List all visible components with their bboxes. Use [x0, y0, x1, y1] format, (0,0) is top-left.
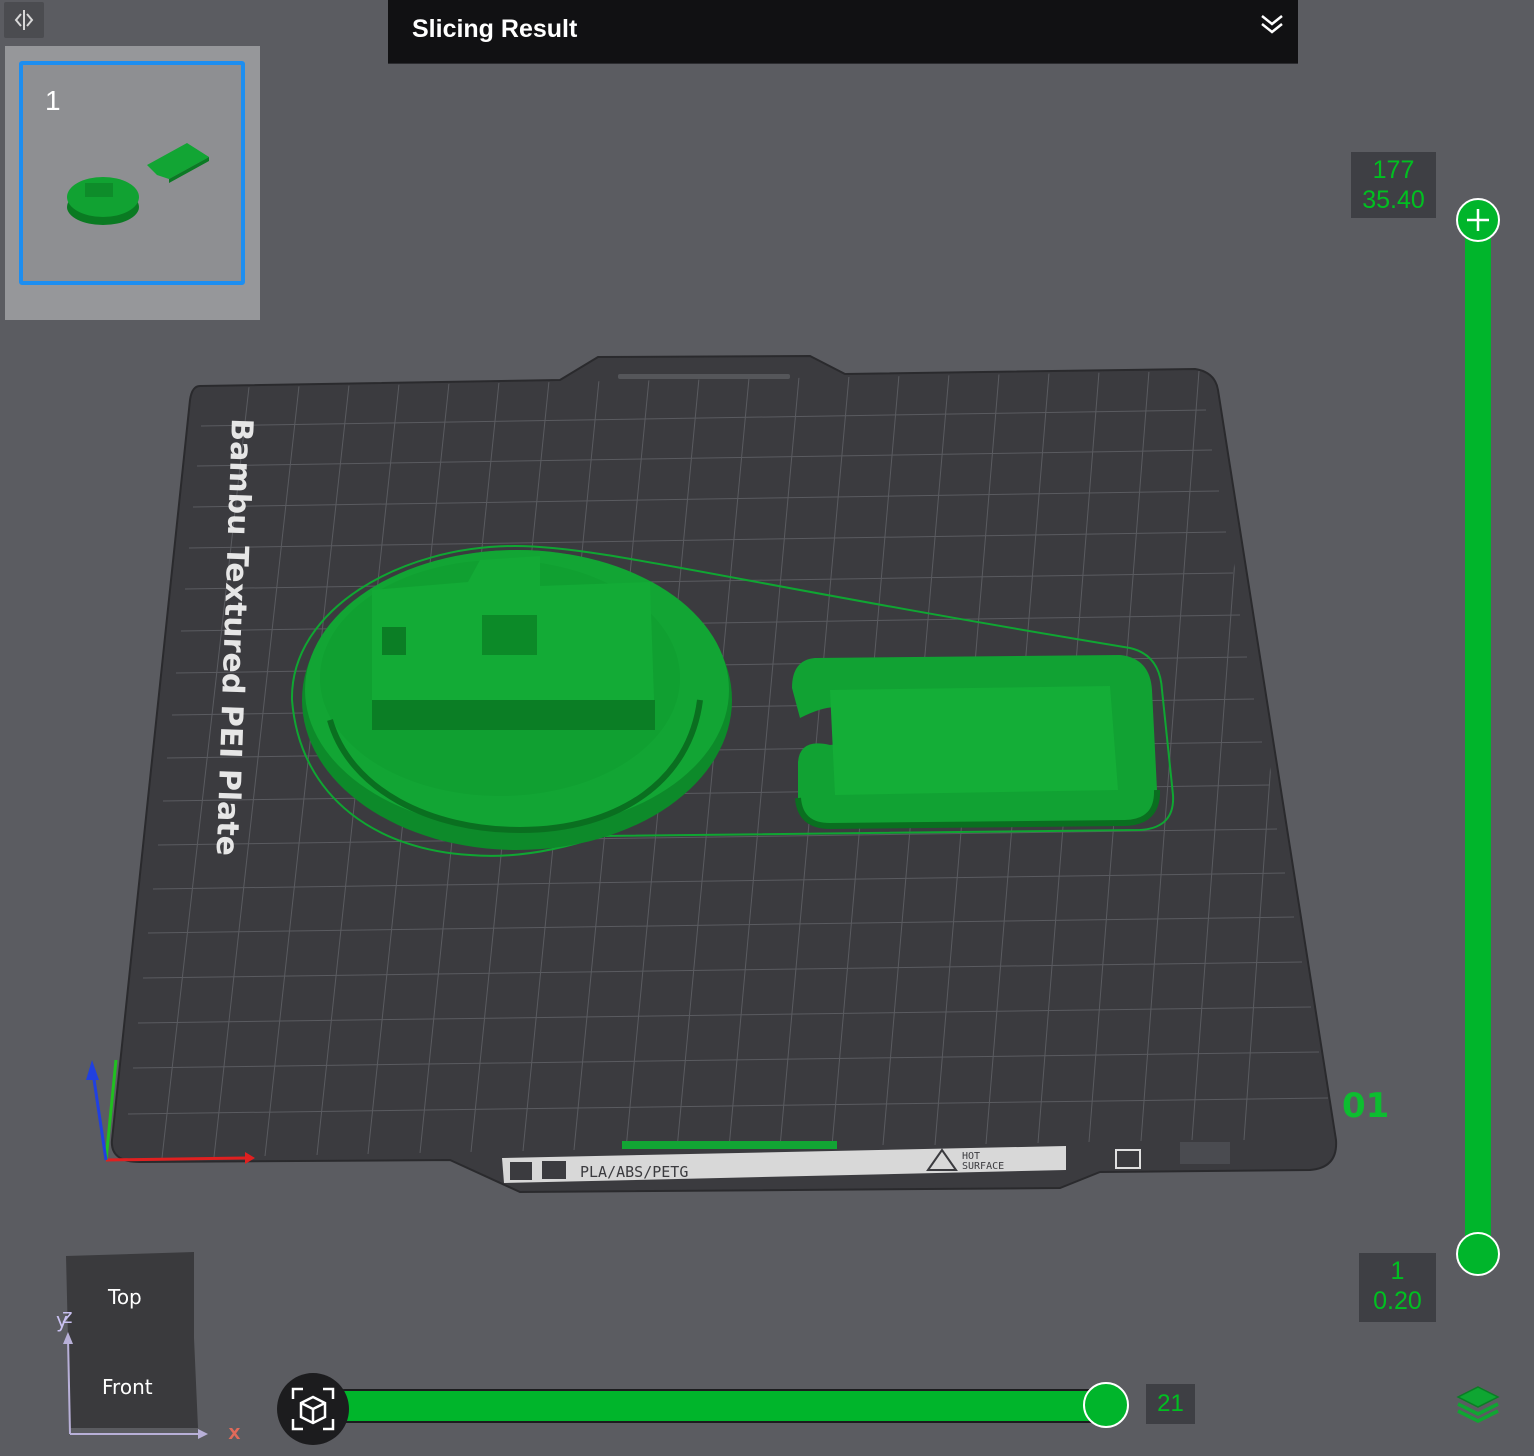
view-toggle-button[interactable] — [277, 1373, 349, 1445]
axis-x-label-outer: x — [229, 1420, 241, 1444]
3d-viewport[interactable]: Bambu Textured PEI Plate 01 PLA/ABS/PETG… — [0, 0, 1534, 1456]
move-slider-track[interactable] — [330, 1389, 1112, 1423]
move-slider-handle[interactable] — [1083, 1382, 1129, 1428]
cube-top-label[interactable]: Top — [108, 1285, 142, 1309]
bottom-layer-height: 0.20 — [1373, 1287, 1422, 1315]
z-axis — [90, 1065, 108, 1161]
top-layer-height: 35.40 — [1362, 186, 1425, 214]
layer-range-track[interactable] — [1465, 220, 1491, 1252]
plate-badge-text: PLA/ABS/PETG — [580, 1163, 688, 1181]
x-axis — [105, 1156, 246, 1162]
move-slider-value: 21 — [1146, 1384, 1195, 1424]
navigation-cube[interactable]: Top Front y z x — [44, 1248, 240, 1448]
plate-index-mark: 01 — [1342, 1086, 1389, 1126]
top-layer-tag: 177 35.40 — [1351, 152, 1436, 218]
plus-icon — [1467, 209, 1489, 231]
bottom-layer-tag: 1 0.20 — [1359, 1253, 1436, 1322]
view-toggle-icon — [291, 1387, 335, 1431]
cube-front-label[interactable]: Front — [102, 1375, 153, 1399]
hot-surface-line2: SURFACE — [962, 1161, 1004, 1172]
axis-z-label: z — [62, 1304, 73, 1328]
bottom-layer-handle[interactable] — [1456, 1232, 1500, 1276]
bottom-layer-number: 1 — [1390, 1257, 1405, 1285]
layers-button[interactable] — [1453, 1383, 1503, 1427]
top-layer-handle[interactable] — [1456, 198, 1500, 242]
layers-icon — [1456, 1386, 1500, 1423]
round-part-model[interactable] — [302, 550, 732, 850]
top-layer-number: 177 — [1372, 156, 1415, 184]
rectangular-part-model[interactable] — [792, 655, 1161, 830]
